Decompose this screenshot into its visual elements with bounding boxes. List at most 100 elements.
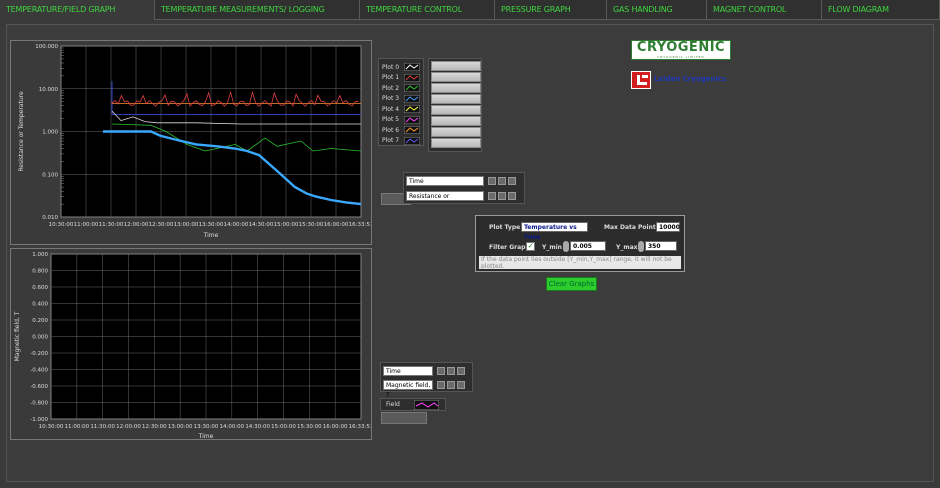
legend-swatch <box>404 84 420 92</box>
x-tick-label: 13:00:00 <box>174 222 199 228</box>
scale-legend-1: Time Resistance or <box>403 172 525 204</box>
x-tick-label: 13:30:00 <box>194 424 219 430</box>
x-tick-label: 14:30:00 <box>249 222 274 228</box>
field-legend-label: Field <box>386 401 400 408</box>
x-axis-label: Time <box>203 232 219 239</box>
y-scale-autoscale-button-2[interactable] <box>457 381 465 389</box>
graph-palette-2[interactable] <box>381 412 427 424</box>
scale-legend-2: Time Magnetic field, T <box>380 362 473 399</box>
clear-graphs-button[interactable]: Clear Graphs <box>546 277 597 291</box>
cursor-slot[interactable] <box>431 61 481 71</box>
legend-item-label: Plot 6 <box>382 126 400 134</box>
legend-item[interactable]: Plot 7 <box>382 136 420 146</box>
x-scale-lock-button[interactable] <box>488 177 496 185</box>
legend-item[interactable]: Plot 4 <box>382 104 420 114</box>
x-tick-label: 12:30:00 <box>149 222 174 228</box>
tab-gas-handling[interactable]: GAS HANDLING <box>607 0 707 20</box>
y-axis-label: Resistance or Temperature <box>18 91 25 172</box>
plot-type-select[interactable]: Temperature vs Time <box>521 222 588 241</box>
ymin-stepper[interactable] <box>563 241 569 252</box>
y-scale-lock-button[interactable] <box>488 192 496 200</box>
legend-item[interactable]: Plot 3 <box>382 94 420 104</box>
legend-item-label: Plot 2 <box>382 84 400 92</box>
y-tick-label: 100.000 <box>35 44 58 50</box>
cursor-slot[interactable] <box>431 94 481 104</box>
x-tick-label: 14:00:00 <box>219 424 244 430</box>
plot-type-label: Plot Type <box>489 224 521 231</box>
legend-item-label: Plot 1 <box>382 74 400 81</box>
legend-item-label: Plot 0 <box>382 63 400 71</box>
y-scale-name-2[interactable]: Magnetic field, T <box>383 380 433 399</box>
x-tick-label: 15:30:00 <box>297 424 322 430</box>
y-scale-format-button[interactable] <box>498 192 506 200</box>
y-tick-label: 1.000 <box>32 252 48 258</box>
x-tick-label: 13:00:00 <box>168 424 193 430</box>
tab-temperature-control[interactable]: TEMPERATURE CONTROL <box>360 0 495 20</box>
legend-swatch <box>404 63 420 71</box>
cursor-slot[interactable] <box>431 127 481 137</box>
field-graph-frame: 10:30:00 11:00:00 11:30:00 12:00:00 12:30:00… <box>10 248 373 440</box>
tab-temperature-field-graph[interactable]: TEMPERATURE/FIELD GRAPH <box>0 0 155 20</box>
y-scale-name[interactable]: Resistance or <box>406 191 484 201</box>
leiden-logo-icon <box>631 71 651 89</box>
cursor-list[interactable] <box>428 58 482 152</box>
x-scale-format-button[interactable] <box>498 177 506 185</box>
y-tick-label: -0.200 <box>30 351 48 357</box>
y-scale-format-button-2[interactable] <box>447 381 455 389</box>
x-tick-label: 15:00:00 <box>274 222 299 228</box>
x-scale-lock-button-2[interactable] <box>437 367 445 375</box>
x-tick-label: 11:00:00 <box>64 424 89 430</box>
y-tick-label: 0.800 <box>32 269 48 275</box>
tab-pressure-graph[interactable]: PRESSURE GRAPH <box>495 0 607 20</box>
x-tick-label: 10:30:00 <box>49 222 74 228</box>
y-tick-label: -0.800 <box>30 401 48 407</box>
leiden-logo-text: Leiden Cryogenics <box>654 75 727 83</box>
y-scale-lock-button-2[interactable] <box>437 381 445 389</box>
field-legend-swatch[interactable] <box>414 400 439 410</box>
ymin-input[interactable]: 0.005 <box>570 241 606 251</box>
y-tick-label: -1.000 <box>30 417 48 423</box>
x-scale-autoscale-button[interactable] <box>508 177 516 185</box>
legend-swatch <box>404 73 420 82</box>
ymin-label: Y_min <box>542 244 562 251</box>
legend-item[interactable]: Plot 6 <box>382 125 420 135</box>
y-tick-label: 0.200 <box>32 318 48 324</box>
legend-item[interactable]: Plot 2 <box>382 83 420 93</box>
filter-graphs-checkbox[interactable]: ✓ <box>526 242 535 251</box>
range-info-text: If the data point lies outside [Y_min,Y_… <box>479 256 681 269</box>
tab-magnet-control[interactable]: MAGNET CONTROL <box>707 0 822 20</box>
cursor-slot[interactable] <box>431 72 481 82</box>
x-tick-label: 11:00:00 <box>74 222 99 228</box>
plot-settings-panel: Plot Type Temperature vs Time Max Data P… <box>475 215 685 272</box>
cursor-slot[interactable] <box>431 83 481 93</box>
y-tick-label: 0.010 <box>42 215 58 221</box>
legend-item[interactable]: Plot 5 <box>382 115 420 125</box>
temperature-graph[interactable]: 10:30:00 11:00:00 11:30:00 12:00:00 12:30:00… <box>11 41 373 244</box>
y-tick-label: -0.600 <box>30 384 48 390</box>
x-tick-label: 16:00:00 <box>323 424 348 430</box>
x-scale-name-2[interactable]: Time <box>383 366 433 376</box>
tab-flow-diagram[interactable]: FLOW DIAGRAM <box>822 0 940 20</box>
ymax-stepper[interactable] <box>638 241 644 252</box>
max-points-label: Max Data Points <box>604 224 660 231</box>
legend-swatch <box>404 126 420 134</box>
x-tick-label: 15:00:00 <box>271 424 296 430</box>
y-tick-label: 0.000 <box>32 335 48 341</box>
cursor-slot[interactable] <box>431 138 481 148</box>
cursor-slot[interactable] <box>431 116 481 126</box>
logo-main-text: CRYOGENIC <box>636 40 726 55</box>
legend-item[interactable]: Plot 1 <box>382 73 420 83</box>
ymax-input[interactable]: 350 <box>645 241 677 251</box>
y-tick-label: 0.100 <box>42 172 58 178</box>
x-scale-autoscale-button-2[interactable] <box>457 367 465 375</box>
max-points-input[interactable]: 10000 <box>656 222 680 232</box>
legend-item[interactable]: Plot 0 <box>382 62 420 72</box>
y-scale-autoscale-button[interactable] <box>508 192 516 200</box>
x-scale-name[interactable]: Time <box>406 176 484 186</box>
cursor-slot[interactable] <box>431 105 481 115</box>
x-tick-label: 15:30:00 <box>299 222 324 228</box>
x-tick-label: 12:00:00 <box>116 424 141 430</box>
tab-temperature-measurements-logging[interactable]: TEMPERATURE MEASUREMENTS/ LOGGING <box>155 0 360 20</box>
x-scale-format-button-2[interactable] <box>447 367 455 375</box>
magnetic-field-graph[interactable]: 10:30:00 11:00:00 11:30:00 12:00:00 12:30:00… <box>11 249 373 440</box>
